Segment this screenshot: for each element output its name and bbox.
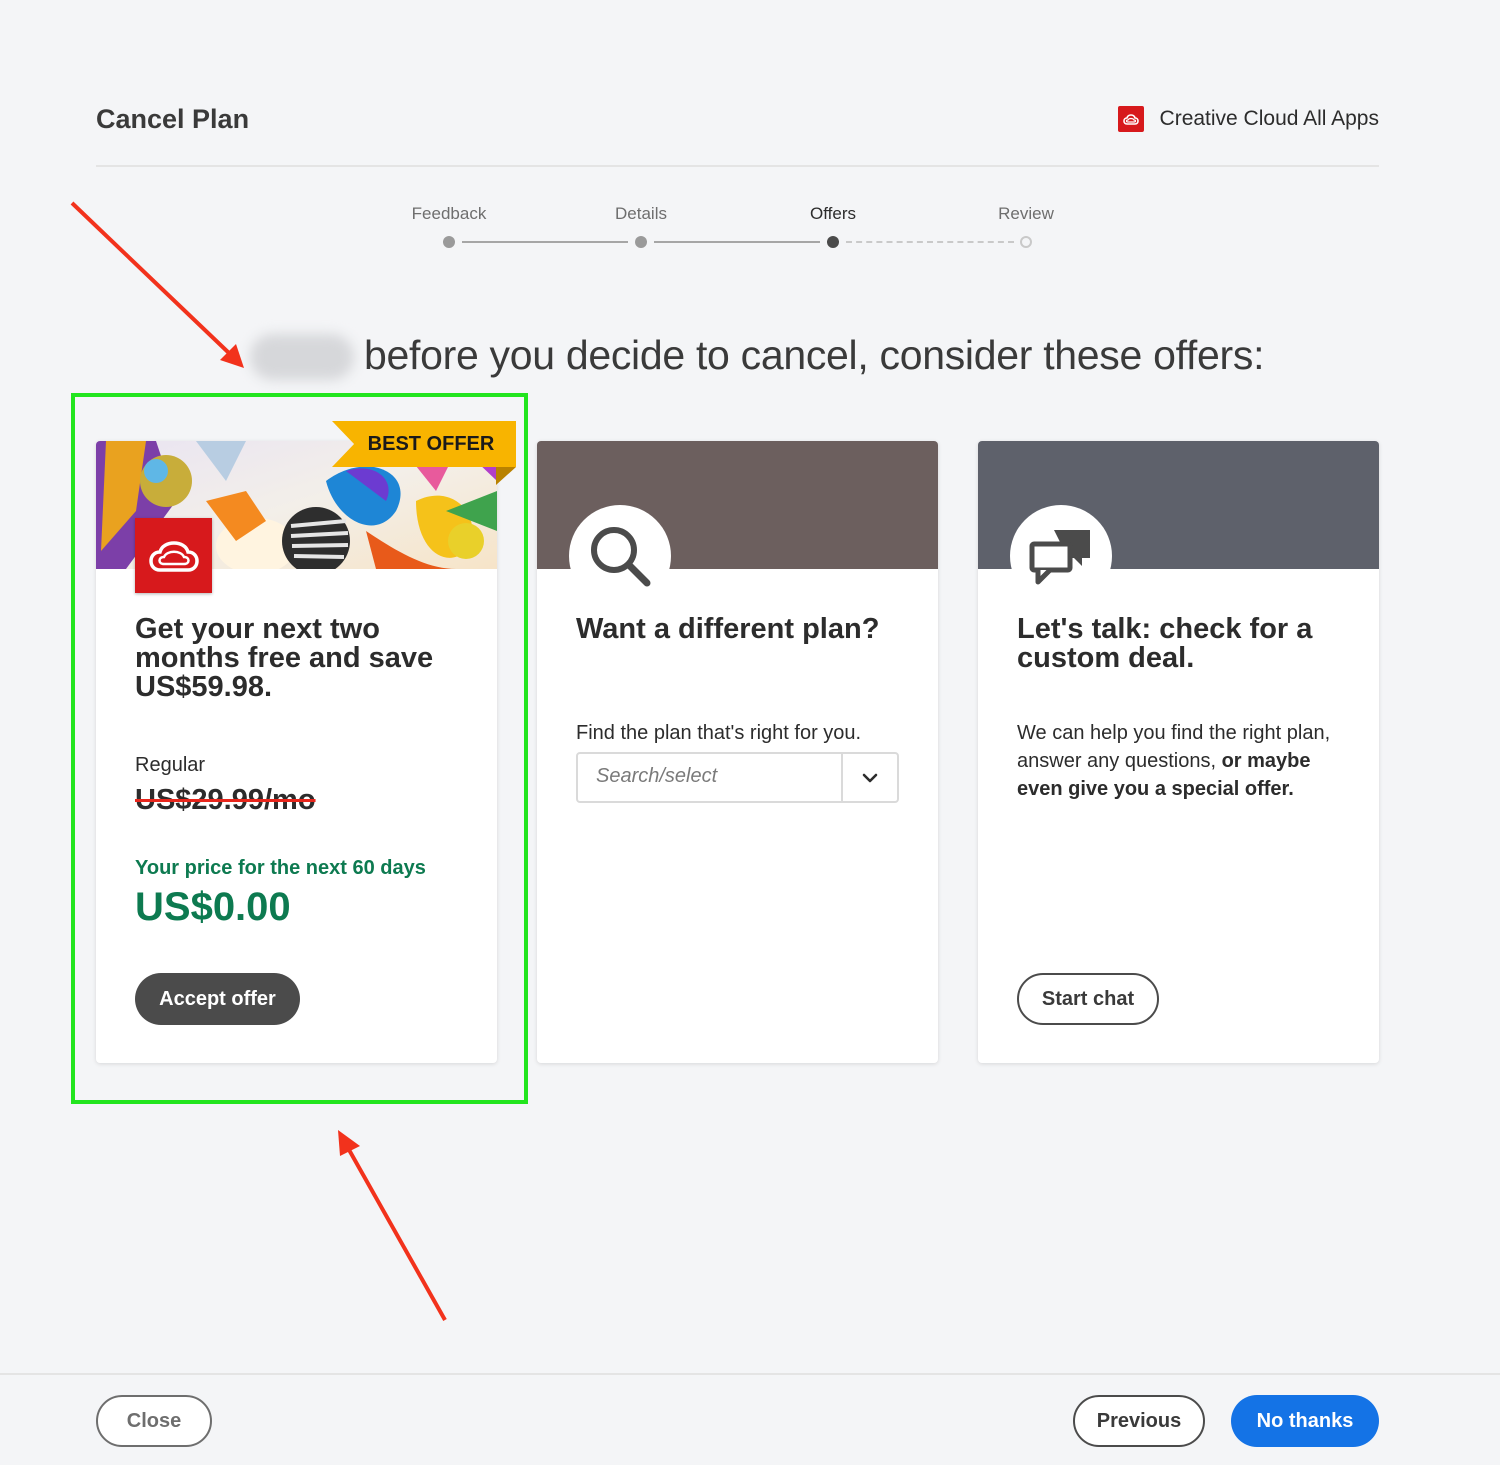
step-dot-details [635, 236, 647, 248]
no-thanks-button[interactable]: No thanks [1231, 1395, 1379, 1447]
search-icon [591, 527, 651, 587]
product-name: Creative Cloud All Apps [1159, 107, 1379, 130]
step-label-review: Review [998, 204, 1054, 223]
footer-bar: Close Previous No thanks [0, 1373, 1500, 1465]
ribbon-fold [496, 467, 516, 485]
chat-description: We can help you find the right plan, ans… [1017, 719, 1352, 803]
step-dot-feedback [443, 236, 455, 248]
search-icon-circle [569, 505, 671, 607]
step-dot-offers [827, 236, 839, 248]
best-offer-card: BEST OFFER Get your next two months free… [96, 421, 516, 1063]
promo-label: Your price for the next 60 days [135, 857, 426, 879]
best-offer-badge: BEST OFFER [332, 421, 516, 467]
step-connector [462, 241, 628, 243]
product-indicator: Creative Cloud All Apps [1117, 106, 1379, 132]
creative-cloud-icon [148, 540, 199, 572]
header-divider [96, 165, 1379, 167]
step-dot-review [1020, 236, 1032, 248]
promo-price: US$0.00 [135, 885, 291, 929]
step-label-details: Details [615, 204, 667, 223]
chevron-down-icon [862, 773, 878, 782]
plan-select-toggle[interactable] [841, 754, 897, 801]
regular-label: Regular [135, 754, 206, 776]
offer-title: Get your next two months free and save U… [135, 613, 434, 703]
custom-deal-card: Let's talk: check for a custom deal. We … [978, 441, 1379, 1063]
step-connector-upcoming [846, 241, 1014, 243]
adobe-cc-logo [135, 518, 212, 593]
chat-icon-circle [1010, 505, 1112, 607]
plan-description: Find the plan that's right for you. [576, 722, 862, 744]
close-button[interactable]: Close [96, 1395, 212, 1447]
accept-offer-button[interactable]: Accept offer [135, 973, 300, 1025]
chat-title: Let's talk: check for a custom deal. [1017, 613, 1313, 674]
step-label-offers: Offers [810, 204, 856, 223]
regular-price: US$29.99/mo [135, 784, 316, 816]
page-title: Cancel Plan [96, 104, 250, 134]
chat-bubbles-icon [1029, 530, 1090, 585]
start-chat-button[interactable]: Start chat [1017, 973, 1159, 1025]
step-connector [654, 241, 820, 243]
offers-headline: before you decide to cancel, consider th… [364, 332, 1265, 378]
creative-cloud-icon [1117, 106, 1144, 132]
progress-stepper: Feedback Details Offers Review [0, 200, 1500, 260]
redacted-user-name [250, 334, 354, 380]
plan-search-input[interactable]: Search/select [596, 765, 717, 788]
arrow-to-offer [338, 1130, 447, 1321]
previous-button[interactable]: Previous [1073, 1395, 1205, 1447]
plan-select[interactable]: Search/select [576, 752, 899, 803]
plan-title: Want a different plan? [576, 613, 880, 645]
step-label-feedback: Feedback [411, 204, 487, 223]
different-plan-card: Want a different plan? Find the plan tha… [537, 441, 938, 1063]
